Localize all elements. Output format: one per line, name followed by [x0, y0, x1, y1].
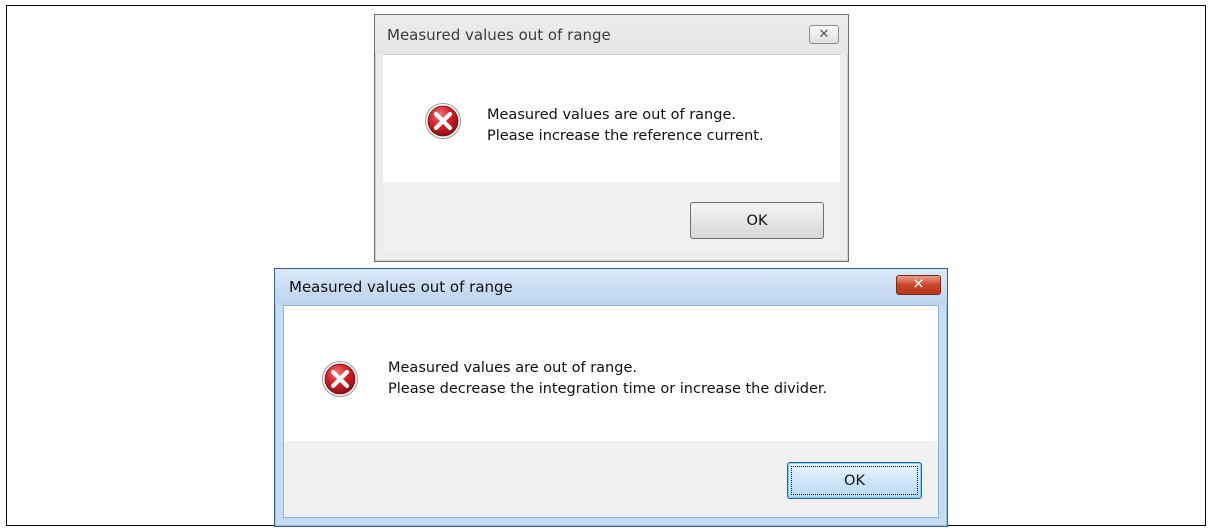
dialog-title: Measured values out of range [387, 25, 611, 44]
message-line-2: Please increase the reference current. [487, 128, 764, 144]
dialog-content: Measured values are out of range. Please… [283, 305, 939, 441]
error-dialog-integration-time: Measured values out of range ✕ Measured … [274, 268, 948, 527]
dialog-title: Measured values out of range [289, 278, 513, 296]
ok-button[interactable]: OK [787, 462, 922, 499]
error-dialog-reference-current: Measured values out of range ✕ Measured … [374, 14, 849, 262]
ok-button[interactable]: OK [690, 202, 824, 239]
message-text: Measured values are out of range. Please… [388, 358, 827, 400]
message-text: Measured values are out of range. Please… [487, 105, 764, 147]
title-bar[interactable]: Measured values out of range ✕ [275, 269, 947, 305]
close-button[interactable]: ✕ [809, 25, 839, 44]
close-button[interactable]: ✕ [896, 275, 941, 295]
error-icon [322, 361, 358, 397]
dialog-content: Measured values are out of range. Please… [383, 54, 840, 183]
message-line-2: Please decrease the integration time or … [388, 381, 828, 397]
close-icon: ✕ [912, 276, 925, 293]
dialog-footer: OK [383, 182, 840, 253]
error-icon [425, 103, 461, 139]
close-icon: ✕ [818, 26, 830, 42]
title-bar[interactable]: Measured values out of range ✕ [375, 15, 848, 54]
message-line-1: Measured values are out of range. [487, 107, 736, 123]
ok-button-label: OK [844, 473, 865, 489]
dialog-footer: OK [283, 441, 939, 518]
message-line-1: Measured values are out of range. [388, 360, 637, 376]
